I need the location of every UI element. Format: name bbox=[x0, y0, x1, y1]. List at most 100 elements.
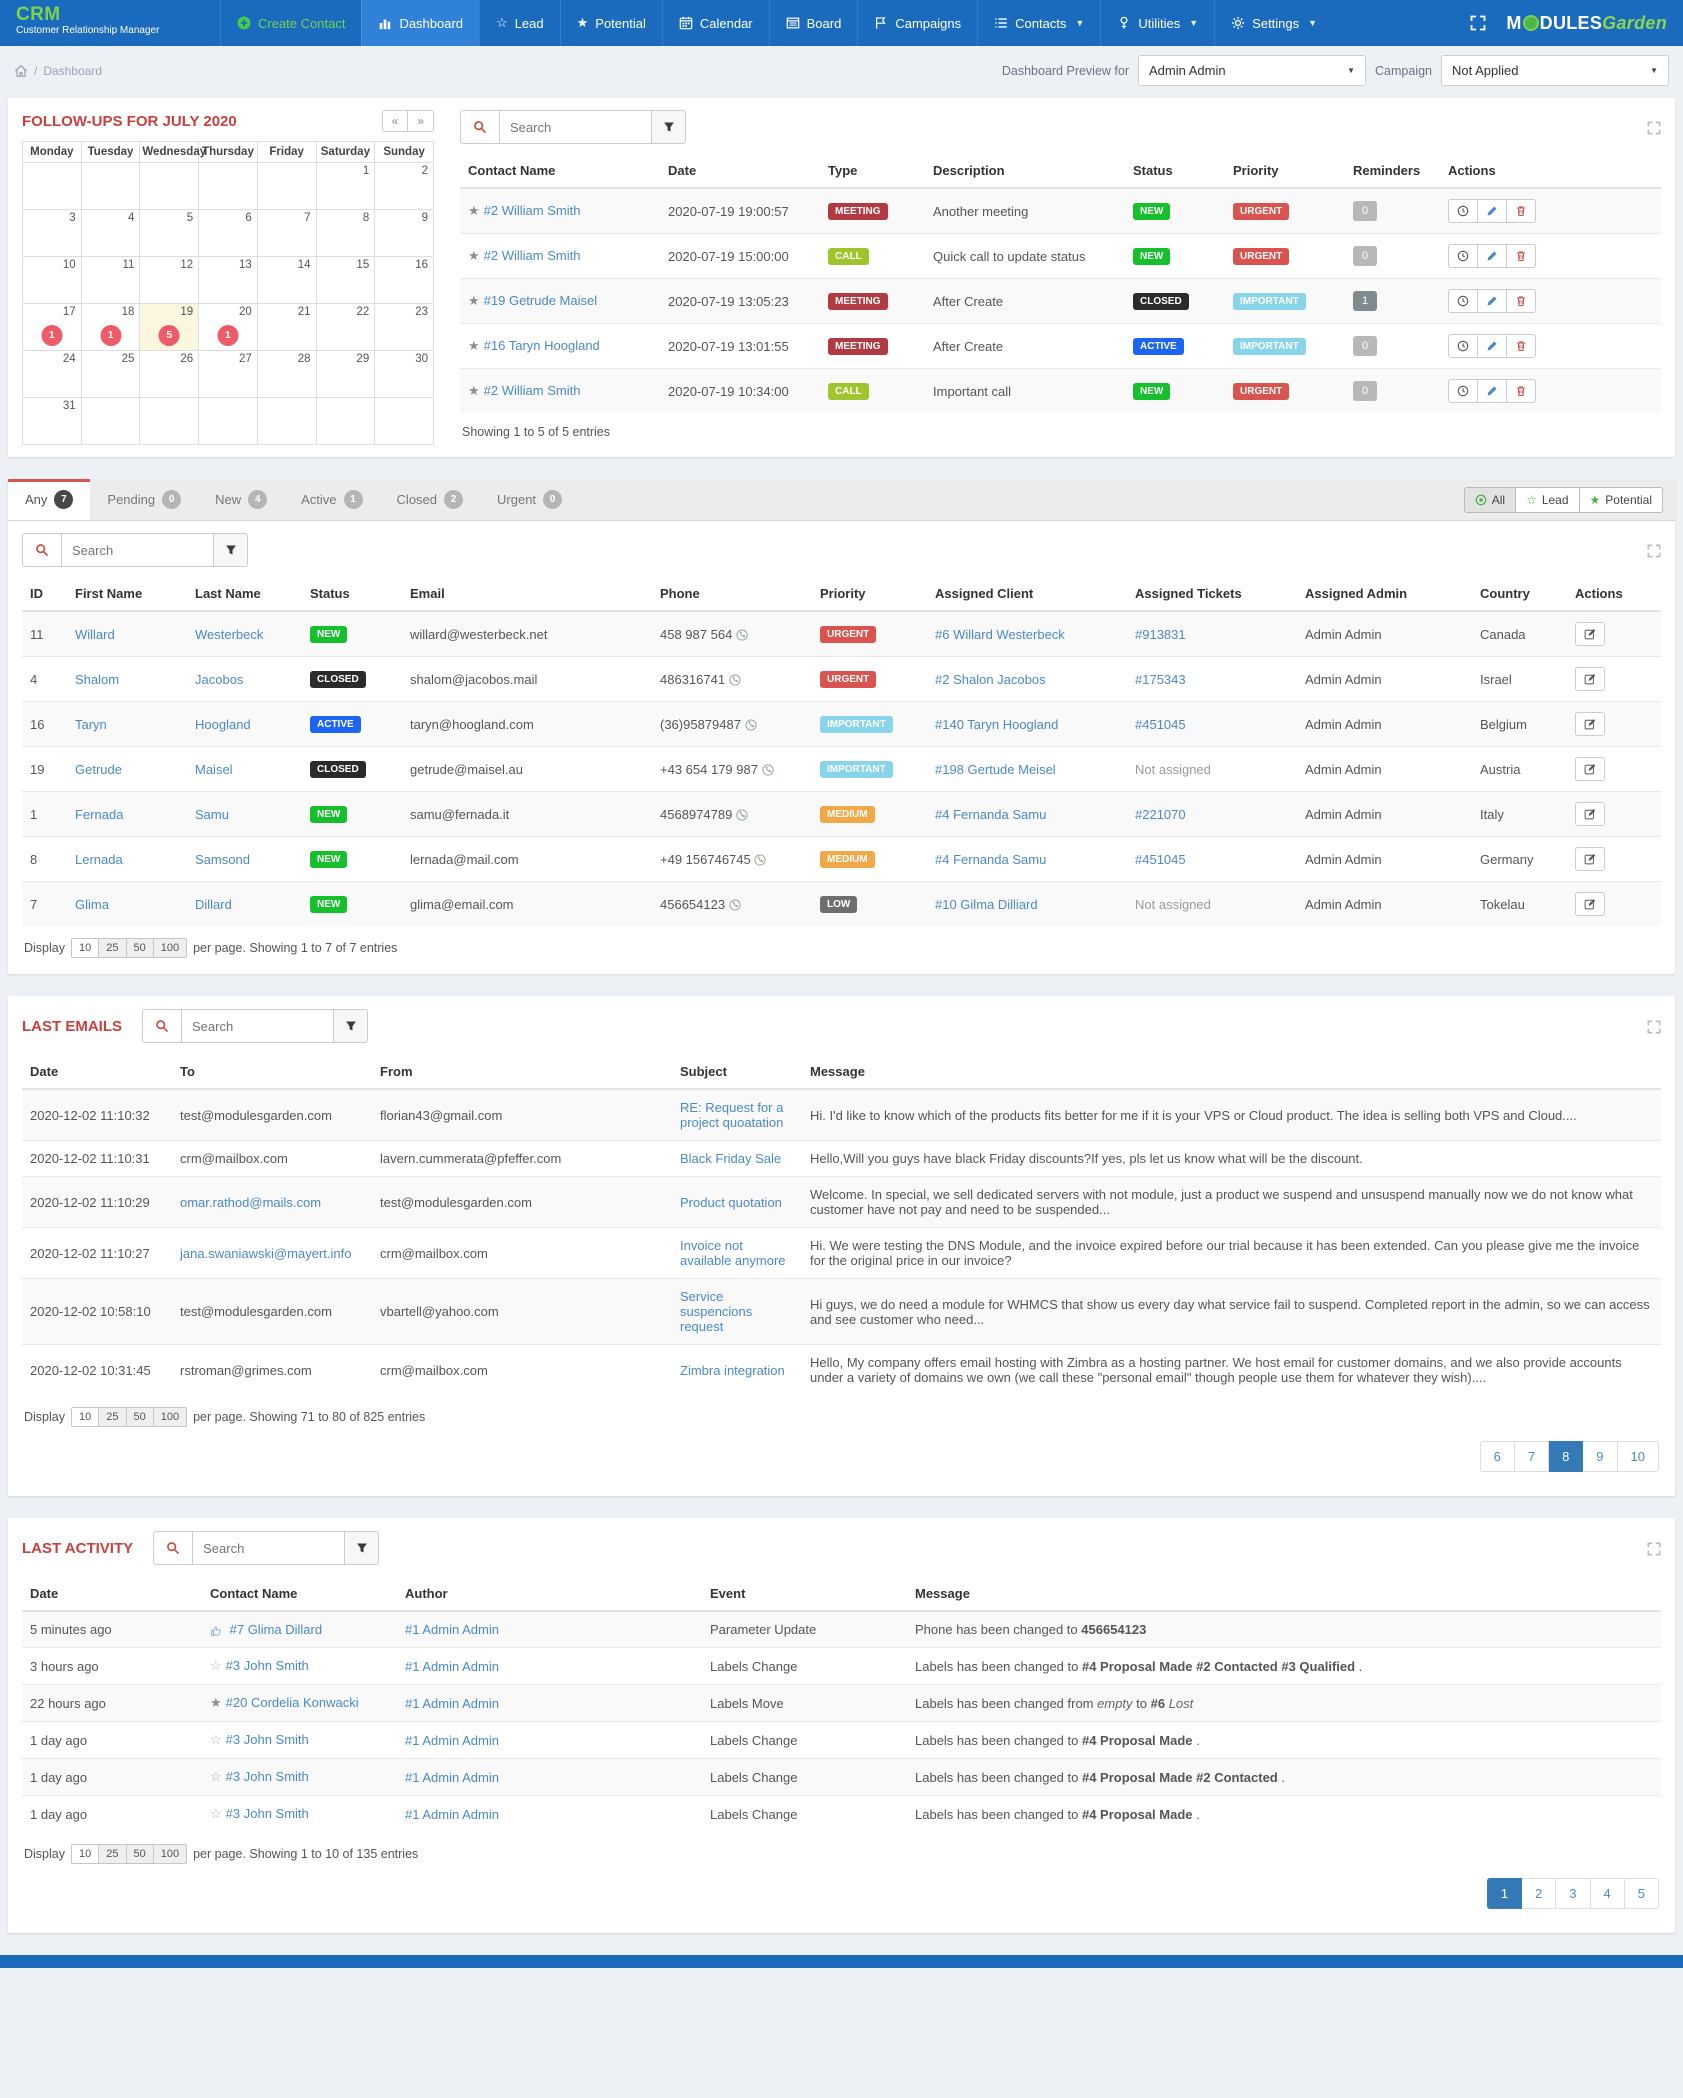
author-link[interactable]: #1 Admin Admin bbox=[405, 1807, 499, 1822]
calendar-day[interactable]: 3 bbox=[23, 210, 82, 257]
nav-item-board[interactable]: Board bbox=[769, 0, 858, 46]
nav-item-campaigns[interactable]: Campaigns bbox=[857, 0, 977, 46]
calendar-day[interactable]: 8 bbox=[316, 210, 375, 257]
emails-search-input[interactable] bbox=[182, 1009, 334, 1043]
calendar-day[interactable] bbox=[199, 398, 258, 445]
calendar-day[interactable]: 9 bbox=[375, 210, 434, 257]
nav-item-settings[interactable]: Settings ▼ bbox=[1214, 0, 1333, 46]
calendar-day[interactable]: 171 bbox=[23, 304, 82, 351]
tab-pending[interactable]: Pending0 bbox=[90, 479, 198, 520]
followup-count-badge[interactable]: 1 bbox=[217, 325, 238, 346]
star-filled-icon[interactable]: ★ bbox=[468, 203, 480, 218]
star-filled-icon[interactable]: ★ bbox=[468, 248, 480, 263]
pagination-page[interactable]: 2 bbox=[1522, 1878, 1556, 1909]
last-name-link[interactable]: Hoogland bbox=[195, 717, 251, 732]
contact-link[interactable]: #3 John Smith bbox=[226, 1658, 309, 1673]
last-name-link[interactable]: Dillard bbox=[195, 897, 232, 912]
whatsapp-icon[interactable] bbox=[736, 629, 748, 641]
whatsapp-icon[interactable] bbox=[754, 854, 766, 866]
calendar-day[interactable]: 181 bbox=[81, 304, 140, 351]
page-size-button[interactable]: 10 bbox=[71, 1407, 99, 1427]
calendar-day-today[interactable]: 195 bbox=[140, 304, 199, 351]
reminder-button[interactable] bbox=[1448, 379, 1478, 403]
filter-lead-button[interactable]: ☆Lead bbox=[1516, 487, 1579, 513]
last-name-link[interactable]: Samu bbox=[195, 807, 229, 822]
reminders-button[interactable]: 0 bbox=[1353, 381, 1377, 401]
filter-button[interactable] bbox=[345, 1531, 379, 1565]
star-outline-icon[interactable]: ☆ bbox=[210, 1732, 222, 1747]
contact-link[interactable]: #2 William Smith bbox=[484, 203, 581, 218]
calendar-day[interactable]: 201 bbox=[199, 304, 258, 351]
edit-contact-button[interactable] bbox=[1575, 802, 1605, 826]
calendar-day[interactable]: 13 bbox=[199, 257, 258, 304]
calendar-prev-button[interactable]: « bbox=[382, 110, 409, 132]
expand-widget-button[interactable] bbox=[1647, 1540, 1661, 1556]
calendar-next-button[interactable]: » bbox=[408, 110, 434, 132]
filter-potential-button[interactable]: ★Potential bbox=[1580, 487, 1663, 513]
edit-contact-button[interactable] bbox=[1575, 667, 1605, 691]
edit-button[interactable] bbox=[1478, 199, 1507, 223]
calendar-day[interactable]: 23 bbox=[375, 304, 434, 351]
search-icon-button[interactable] bbox=[153, 1531, 193, 1565]
delete-button[interactable] bbox=[1507, 334, 1536, 358]
nav-item-utilities[interactable]: Utilities ▼ bbox=[1100, 0, 1214, 46]
pagination-page[interactable]: 7 bbox=[1515, 1441, 1549, 1472]
email-to-link[interactable]: jana.swaniawski@mayert.info bbox=[180, 1246, 351, 1261]
pagination-page[interactable]: 10 bbox=[1618, 1441, 1659, 1472]
reminders-button[interactable]: 1 bbox=[1353, 291, 1377, 311]
email-subject-link[interactable]: RE: Request for a project quoatation bbox=[680, 1100, 783, 1130]
first-name-link[interactable]: Glima bbox=[75, 897, 109, 912]
nav-item-lead[interactable]: ☆ Lead bbox=[479, 0, 560, 46]
calendar-day[interactable]: 25 bbox=[81, 351, 140, 398]
delete-button[interactable] bbox=[1507, 379, 1536, 403]
calendar-day[interactable]: 28 bbox=[257, 351, 316, 398]
nav-item-dashboard[interactable]: Dashboard bbox=[361, 0, 479, 46]
expand-widget-button[interactable] bbox=[1647, 1018, 1661, 1034]
whatsapp-icon[interactable] bbox=[745, 719, 757, 731]
page-size-button[interactable]: 100 bbox=[154, 938, 187, 958]
tab-closed[interactable]: Closed2 bbox=[380, 479, 480, 520]
calendar-day[interactable] bbox=[316, 398, 375, 445]
assigned-client-link[interactable]: #140 Taryn Hoogland bbox=[935, 717, 1058, 732]
edit-button[interactable] bbox=[1478, 244, 1507, 268]
email-subject-link[interactable]: Invoice not available anymore bbox=[680, 1238, 786, 1268]
whatsapp-icon[interactable] bbox=[729, 899, 741, 911]
nav-item-potential[interactable]: ★ Potential bbox=[560, 0, 662, 46]
author-link[interactable]: #1 Admin Admin bbox=[405, 1696, 499, 1711]
first-name-link[interactable]: Willard bbox=[75, 627, 115, 642]
edit-contact-button[interactable] bbox=[1575, 847, 1605, 871]
assigned-ticket-link[interactable]: #221070 bbox=[1135, 807, 1186, 822]
calendar-day[interactable]: 14 bbox=[257, 257, 316, 304]
pagination-page-active[interactable]: 1 bbox=[1487, 1878, 1522, 1909]
calendar-day[interactable]: 27 bbox=[199, 351, 258, 398]
assigned-client-link[interactable]: #198 Gertude Meisel bbox=[935, 762, 1056, 777]
last-name-link[interactable]: Samsond bbox=[195, 852, 250, 867]
followup-count-badge[interactable]: 1 bbox=[100, 325, 121, 346]
whatsapp-icon[interactable] bbox=[736, 809, 748, 821]
contact-link[interactable]: #16 Taryn Hoogland bbox=[484, 338, 600, 353]
calendar-day[interactable] bbox=[81, 398, 140, 445]
tab-urgent[interactable]: Urgent0 bbox=[480, 479, 579, 520]
assigned-ticket-link[interactable]: #451045 bbox=[1135, 717, 1186, 732]
app-logo[interactable]: CRM Customer Relationship Manager bbox=[0, 0, 220, 46]
calendar-day[interactable] bbox=[140, 163, 199, 210]
delete-button[interactable] bbox=[1507, 289, 1536, 313]
tab-new[interactable]: New4 bbox=[198, 479, 284, 520]
author-link[interactable]: #1 Admin Admin bbox=[405, 1733, 499, 1748]
nav-item-contacts[interactable]: Contacts ▼ bbox=[977, 0, 1100, 46]
calendar-day[interactable]: 5 bbox=[140, 210, 199, 257]
email-subject-link[interactable]: Product quotation bbox=[680, 1195, 782, 1210]
whatsapp-icon[interactable] bbox=[729, 674, 741, 686]
fullscreen-icon[interactable] bbox=[1470, 15, 1486, 31]
pagination-page-active[interactable]: 8 bbox=[1549, 1441, 1583, 1472]
calendar-day[interactable]: 4 bbox=[81, 210, 140, 257]
star-filled-icon[interactable]: ★ bbox=[210, 1695, 222, 1710]
calendar-day[interactable]: 16 bbox=[375, 257, 434, 304]
reminder-button[interactable] bbox=[1448, 199, 1478, 223]
reminder-button[interactable] bbox=[1448, 334, 1478, 358]
expand-widget-button[interactable] bbox=[1647, 542, 1661, 558]
expand-widget-button[interactable] bbox=[1647, 119, 1661, 135]
star-outline-icon[interactable]: ☆ bbox=[210, 1806, 222, 1821]
star-filled-icon[interactable]: ★ bbox=[468, 338, 480, 353]
star-filled-icon[interactable]: ★ bbox=[468, 383, 480, 398]
